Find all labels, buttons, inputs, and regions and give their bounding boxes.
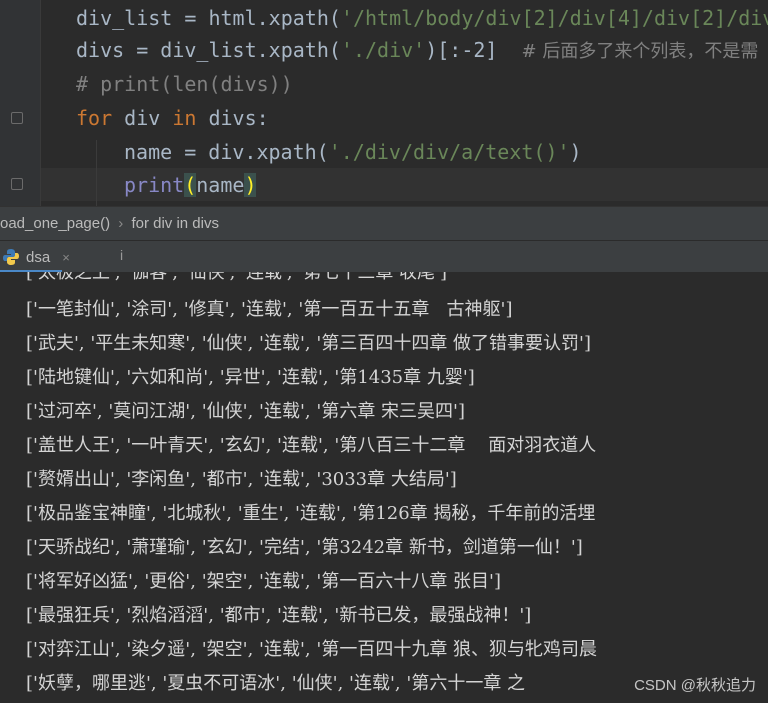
console-line: ['武夫', '平生未知寒', '仙侠', '连载', '第三百四十四章 做了错… (26, 333, 592, 354)
close-icon[interactable]: × (62, 250, 70, 265)
code-line-1[interactable]: div_list = html.xpath('/html/body/div[2]… (76, 3, 768, 33)
fold-marker-icon[interactable] (11, 112, 23, 124)
console-line: ['太极之上', '伽客', '仙侠', '连载', '第七十三章 收尾'] (26, 272, 448, 283)
editor-gutter (0, 0, 41, 206)
run-marker: i (120, 247, 124, 263)
fold-marker-icon[interactable] (11, 178, 23, 190)
breadcrumb-function[interactable]: oad_one_page() (0, 215, 110, 232)
python-icon (2, 248, 20, 266)
watermark: CSDN @秋秋追力 (634, 677, 756, 694)
console-output[interactable]: ['太极之上', '伽客', '仙侠', '连载', '第七十三章 收尾'] [… (0, 272, 768, 703)
run-tab-dsa[interactable]: dsa × (0, 241, 80, 273)
console-line: ['一笔封仙', '涂司', '修真', '连载', '第一百五十五章 古神躯'… (26, 299, 513, 320)
run-tool-window-header: dsa × i (0, 240, 768, 273)
console-line: ['极品鉴宝神瞳', '北城秋', '重生', '连载', '第126章 揭秘，… (26, 503, 596, 524)
console-line: ['天骄战纪', '萧瑾瑜', '玄幻', '完结', '第3242章 新书，剑… (26, 537, 583, 558)
console-line: ['将军好凶猛', '更俗', '架空', '连载', '第一百六十八章 张目'… (26, 571, 502, 592)
console-line: ['陆地键仙', '六如和尚', '异世', '连载', '第1435章 九婴'… (26, 367, 475, 388)
breadcrumb: oad_one_page() › for div in divs (0, 206, 768, 241)
console-line: ['过河卒', '莫问江湖', '仙侠', '连载', '第六章 宋三吴四'] (26, 401, 466, 422)
console-line: ['盖世人王', '一叶青天', '玄幻', '连载', '第八百三十二章 面对… (26, 435, 597, 456)
code-editor[interactable]: div_list = html.xpath('/html/body/div[2]… (0, 0, 768, 206)
run-tab-label: dsa (26, 248, 51, 266)
breadcrumb-separator: › (118, 215, 124, 232)
breadcrumb-block[interactable]: for div in divs (131, 215, 219, 232)
console-line: ['妖孽，哪里逃', '夏虫不可语冰', '仙侠', '连载', '第六十一章 … (26, 673, 526, 694)
code-line-6[interactable]: print(name) (124, 170, 257, 200)
console-line: ['对弈江山', '染夕遥', '架空', '连载', '第一百四十九章 狼、狈… (26, 639, 598, 660)
indent-guide (96, 140, 97, 206)
code-line-3[interactable]: # print(len(divs)) (76, 69, 293, 99)
code-line-4[interactable]: for div in divs: (76, 103, 269, 133)
code-line-5[interactable]: name = div.xpath('./div/div/a/text()') (124, 137, 582, 167)
console-line: ['最强狂兵', '烈焰滔滔', '都市', '连载', '新书已发，最强战神！… (26, 605, 532, 626)
code-line-2[interactable]: divs = div_list.xpath('./div')[:-2] # 后面… (76, 35, 758, 65)
console-line: ['赘婿出山', '李闲鱼', '都市', '连载', '3033章 大结局'] (26, 469, 457, 490)
